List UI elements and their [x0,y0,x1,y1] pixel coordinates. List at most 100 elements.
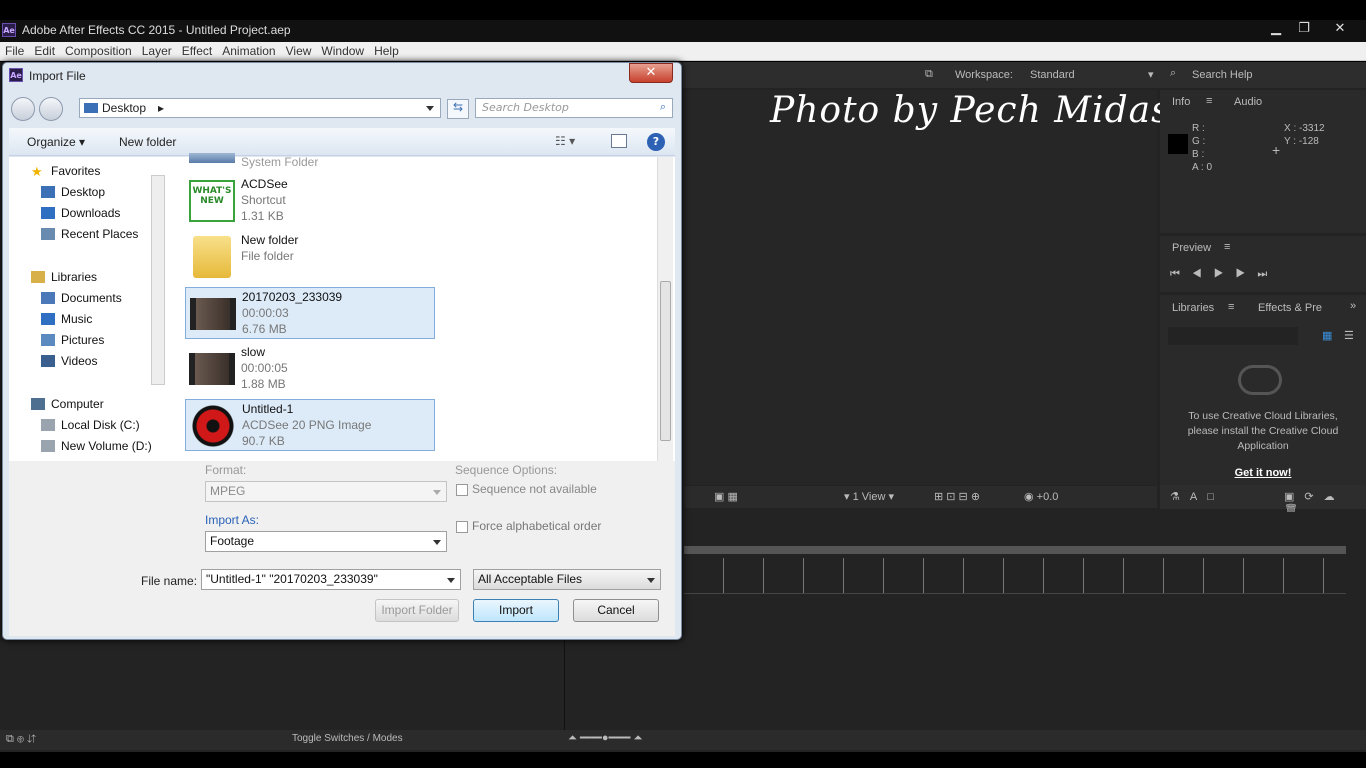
import-folder-button[interactable]: Import Folder [375,599,459,622]
panel-menu-icon[interactable]: ≡ [1206,95,1212,107]
nav-item-downloads[interactable]: Downloads [9,203,159,223]
nav-item-local-disk-c[interactable]: Local Disk (C:) [9,415,159,435]
menu-file[interactable]: File [0,42,29,58]
toggle-transparency-icon[interactable]: ▣ ▦ [714,490,738,503]
refresh-icon[interactable]: ⇆ [447,99,469,119]
nav-item-videos[interactable]: Videos [9,351,159,371]
nav-scrollbar[interactable] [151,175,165,385]
file-item[interactable]: New folder File folder [185,231,435,283]
chevron-down-icon[interactable]: ▾ [1148,68,1154,81]
nav-item-label: Computer [51,397,104,411]
close-icon[interactable]: ✕ [629,63,673,83]
music-icon [41,313,55,325]
file-item[interactable]: Untitled-1 ACDSee 20 PNG Image 90.7 KB [185,399,435,451]
minimize-icon[interactable]: ▁ [1262,20,1290,38]
panel-menu-icon[interactable]: ≡ [1228,301,1234,313]
library-select[interactable] [1168,327,1298,345]
view-select[interactable]: ▾ 1 View ▾ [844,490,894,503]
tab-audio[interactable]: Audio [1234,96,1262,108]
filename-input[interactable]: "Untitled-1" "20170203_233039" [201,569,461,590]
file-type-select[interactable]: All Acceptable Files [473,569,661,590]
menu-view[interactable]: View [281,42,317,58]
switches-icons[interactable]: ⧉ ⊛ ⇵ [6,733,36,746]
search-help-field[interactable]: Search Help [1192,69,1253,81]
comp-tools-icons[interactable]: ⊞ ⊡ ⊟ ⊕ [934,490,980,503]
preview-panel: Preview ≡ ⏮◀▶▶⏭ [1160,236,1366,292]
composition-bar: ▣ ▦ ▾ 1 View ▾ ⊞ ⊡ ⊟ ⊕ ◉ +0.0 [684,486,1157,508]
nav-item-pictures[interactable]: Pictures [9,330,159,350]
computer-icon [31,398,45,410]
exposure-icon[interactable]: ◉ +0.0 [1024,490,1058,503]
format-label: Format: [205,463,247,477]
sequence-options-label: Sequence Options: [455,463,558,477]
search-placeholder: Search Desktop [482,101,569,114]
address-bar[interactable]: Desktop ▸ [79,98,441,118]
help-icon[interactable]: ? [647,133,665,151]
file-name: 20170203_233039 [242,290,343,304]
format-select[interactable]: MPEG [205,481,447,502]
nav-item-desktop[interactable]: Desktop [9,182,159,202]
nav-item-label: Libraries [51,270,98,284]
menu-composition[interactable]: Composition [60,42,137,58]
nav-item-documents[interactable]: Documents [9,288,159,308]
menu-layer[interactable]: Layer [137,42,177,58]
time-ruler[interactable] [684,558,1346,594]
menu-effect[interactable]: Effect [177,42,217,58]
cancel-button[interactable]: Cancel [573,599,659,622]
toggle-switches-modes[interactable]: Toggle Switches / Modes [292,733,403,744]
work-area-bar[interactable] [684,546,1346,554]
close-icon[interactable]: ✕ [1326,20,1354,38]
workspace-select[interactable]: Standard [1030,69,1075,81]
nav-item-recent-places[interactable]: Recent Places [9,224,159,244]
breadcrumb-arrow-icon[interactable]: ▸ [158,101,164,115]
tab-effects-presets[interactable]: Effects & Pre [1258,302,1322,314]
workspace-icon: ⧉ [925,68,933,80]
timeline-panel [684,512,1366,752]
import-as-select[interactable]: Footage [205,531,447,552]
file-item[interactable]: WHAT'S NEW ACDSee Shortcut 1.31 KB [185,175,435,227]
get-it-now-link[interactable]: Get it now! [1178,467,1348,479]
file-scrollbar[interactable] [657,157,673,461]
restore-icon[interactable]: ❐ [1290,20,1318,38]
nav-item-music[interactable]: Music [9,309,159,329]
grid-view-icon[interactable]: ▦ [1322,329,1332,342]
nav-item-computer[interactable]: Computer [9,394,159,414]
channel-g: G : [1192,136,1206,147]
back-button[interactable] [11,97,35,121]
menu-window[interactable]: Window [316,42,369,58]
nav-item-libraries[interactable]: Libraries [9,267,159,287]
search-input[interactable]: Search Desktop ⌕ [475,98,673,118]
menu-help[interactable]: Help [369,42,404,58]
playback-controls[interactable]: ⏮◀▶▶⏭ [1170,268,1279,281]
recent-places-icon [41,228,55,240]
library-tools-icons[interactable]: ⚗A□ [1170,490,1224,503]
chevron-down-icon[interactable] [426,106,434,111]
file-item[interactable]: 20170203_233039 00:00:03 6.76 MB [185,287,435,339]
overflow-icon[interactable]: » [1350,300,1356,312]
file-item[interactable]: System Folder [185,119,435,171]
preview-pane-icon[interactable] [611,134,627,148]
tab-info[interactable]: Info [1172,96,1190,108]
menu-edit[interactable]: Edit [29,42,60,58]
file-size: 1.31 KB [241,209,284,223]
scrollbar-thumb[interactable] [660,281,671,441]
nav-item-favorites[interactable]: ★ Favorites [9,161,159,181]
video-thumbnail-icon [189,353,235,385]
channel-values: R : G : B : A : 0 [1192,122,1212,174]
file-item[interactable]: slow 00:00:05 1.88 MB [185,343,435,395]
zoom-slider[interactable]: ⏶ ━━●━━ ⏶ [568,732,642,745]
view-options-icon[interactable]: ☷ ▾ [555,134,575,148]
panel-menu-icon[interactable]: ≡ [1224,241,1230,253]
nav-item-label: Desktop [61,185,106,199]
menu-animation[interactable]: Animation [217,42,280,58]
tab-libraries[interactable]: Libraries [1172,302,1214,314]
force-alphabetical-checkbox[interactable] [456,521,468,533]
new-folder-button[interactable]: New folder [119,135,176,149]
forward-button[interactable] [39,97,63,121]
import-button[interactable]: Import [473,599,559,622]
list-view-icon[interactable]: ☰ [1344,329,1354,342]
sequence-checkbox[interactable] [456,484,468,496]
nav-item-new-volume-d[interactable]: New Volume (D:) [9,436,159,456]
organize-button[interactable]: Organize ▾ [27,135,85,149]
nav-item-label: Documents [61,291,122,305]
